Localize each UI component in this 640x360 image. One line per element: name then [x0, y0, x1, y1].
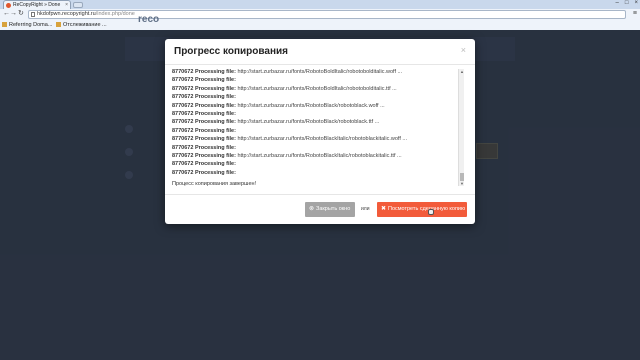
log-line: 8770672 Processing file: http://start.zu… [172, 153, 402, 160]
reload-icon[interactable]: ↻ [18, 10, 24, 18]
log-line: 8770672 Processing file: [172, 127, 236, 134]
modal-close-icon[interactable]: × [461, 45, 466, 55]
footer-divider [165, 194, 475, 195]
bookmark-icon [2, 22, 7, 27]
address-bar[interactable]: hkdofpwn.recopyright.ru/index.php/done [28, 10, 626, 19]
log-line: 8770672 Processing file: http://start.zu… [172, 119, 380, 126]
close-window-label: Закрыть окно [316, 206, 351, 212]
tab-close-icon[interactable]: × [65, 2, 68, 8]
close-window-icon[interactable]: × [634, 0, 638, 6]
bookmarks-bar: Referring Doma... Отслеживание ... [0, 20, 640, 30]
scroll-up-icon[interactable]: ▲ [459, 69, 465, 74]
log-line: 8770672 Processing file: [172, 161, 236, 168]
log-line: 8770672 Processing file: [172, 169, 236, 176]
copy-complete-message: Процесс копирования завершен! [172, 181, 257, 188]
address-path: /index.php/done [95, 11, 135, 17]
close-window-button[interactable]: ⊗ Закрыть окно [305, 202, 355, 217]
menu-icon[interactable]: ≡ [633, 10, 637, 17]
minimize-icon[interactable]: – [616, 0, 619, 6]
or-text: или [361, 206, 370, 212]
page-header-title: reco [138, 14, 160, 25]
log-line: 8770672 Processing file: http://start.zu… [172, 102, 385, 109]
copy-progress-modal: Прогресс копирования × 8770672 Processin… [165, 39, 475, 224]
log-line: 8770672 Processing file: [172, 144, 236, 151]
tab-title: ReCopyRight » Done [13, 2, 61, 8]
progress-log: 8770672 Processing file: http://start.zu… [172, 68, 468, 190]
view-copy-label: Посмотреть сделанную копию [388, 206, 466, 212]
view-copy-button[interactable]: ✖ Посмотреть сделанную копию [377, 202, 467, 217]
scroll-down-icon[interactable]: ▼ [459, 181, 465, 186]
bookmark-icon [56, 22, 61, 27]
log-line: 8770672 Processing file: http://start.zu… [172, 69, 403, 75]
log-scrollbar[interactable]: ▲ ▼ [458, 69, 464, 186]
browser-tab[interactable]: ReCopyRight » Done × [3, 0, 71, 9]
mouse-cursor [428, 209, 434, 215]
log-line: 8770672 Processing file: http://start.zu… [172, 85, 397, 92]
favicon-icon [6, 3, 11, 8]
bookmark-item[interactable]: Referring Doma... [2, 20, 52, 30]
new-tab-button[interactable] [73, 2, 83, 8]
bookmark-item[interactable]: Отслеживание ... [56, 20, 107, 30]
navigation-bar: ← → ↻ hkdofpwn.recopyright.ru/index.php/… [0, 9, 640, 20]
log-line: 8770672 Processing file: [172, 77, 236, 84]
scroll-thumb[interactable] [460, 173, 464, 181]
log-line: 8770672 Processing file: http://start.zu… [172, 136, 408, 143]
modal-title: Прогресс копирования [174, 46, 288, 57]
browser-chrome: ReCopyRight » Done × – □ × ← → ↻ hkdofpw… [0, 0, 640, 30]
tab-strip: ReCopyRight » Done × – □ × [0, 0, 640, 9]
modal-divider [165, 64, 475, 65]
maximize-icon[interactable]: □ [625, 0, 629, 6]
tools-icon: ✖ [381, 206, 387, 212]
window-controls: – □ × [616, 0, 638, 6]
forward-icon[interactable]: → [10, 10, 17, 18]
back-icon[interactable]: ← [3, 10, 10, 18]
log-line: 8770672 Processing file: [172, 111, 236, 118]
address-host: hkdofpwn.recopyright.ru [37, 11, 96, 17]
close-circle-icon: ⊗ [309, 206, 315, 212]
page-icon [31, 12, 35, 17]
log-line: 8770672 Processing file: [172, 94, 236, 101]
